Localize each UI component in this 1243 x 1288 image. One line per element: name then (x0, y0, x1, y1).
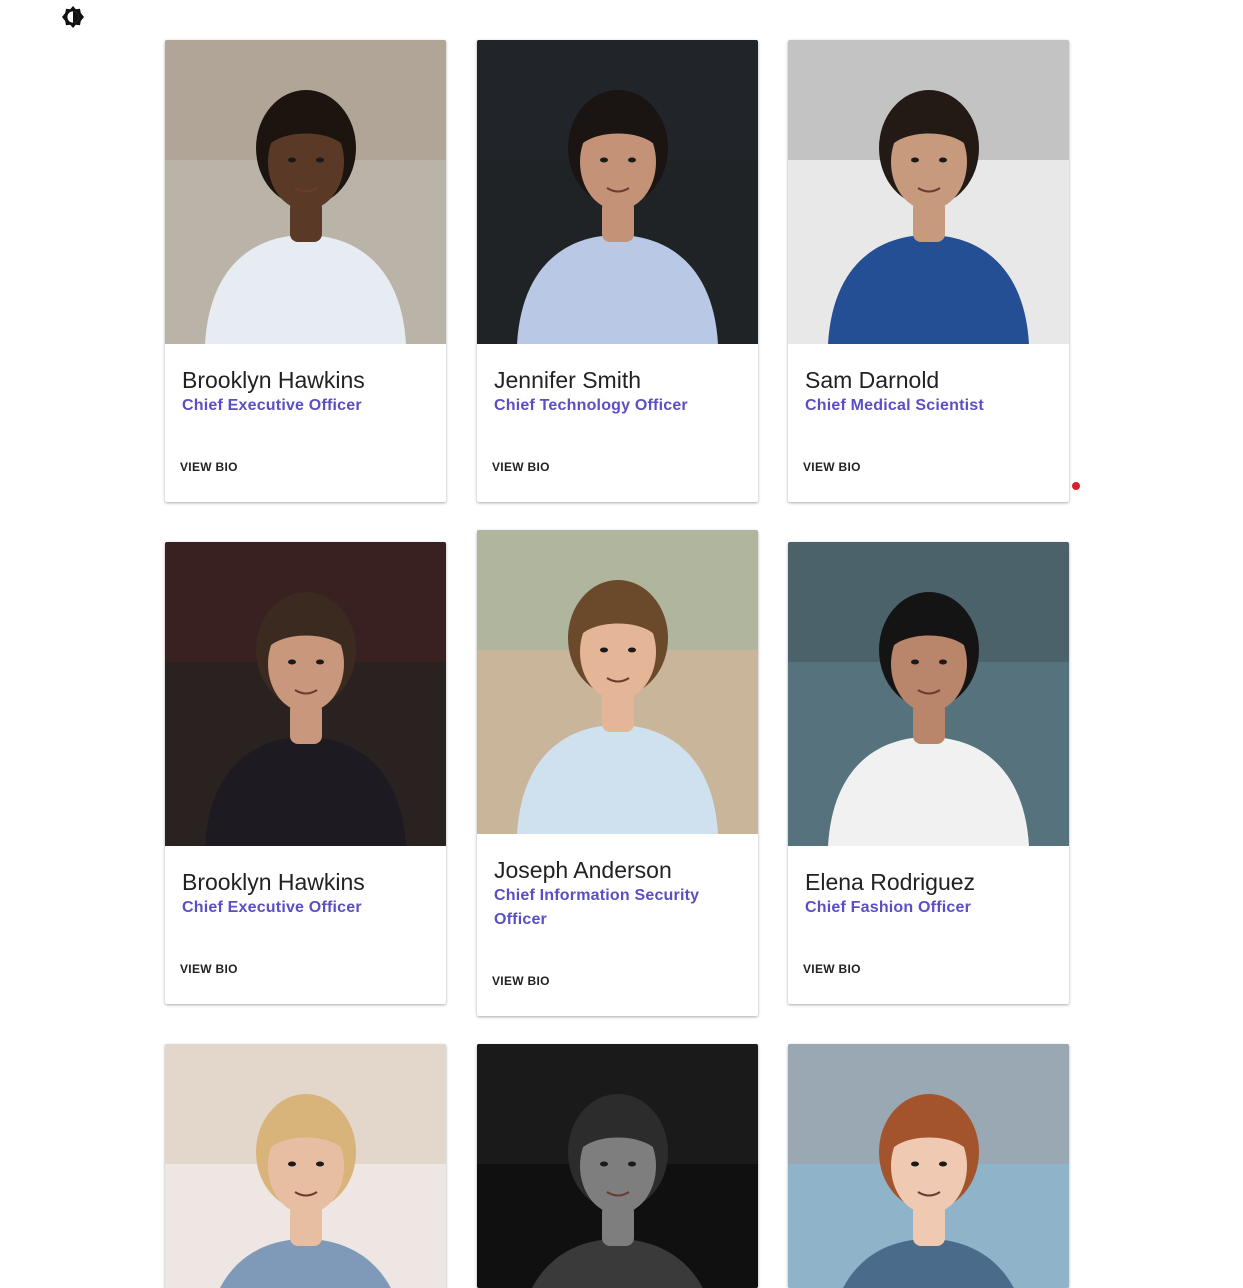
member-name: Elena Rodriguez (805, 869, 976, 895)
portrait-image (477, 1044, 758, 1288)
team-photo (788, 40, 1069, 344)
portrait-image (788, 1044, 1069, 1288)
team-grid: Brooklyn Hawkins Chief Executive Officer… (0, 0, 1243, 1288)
portrait-image (477, 530, 758, 834)
portrait-image (788, 40, 1069, 344)
view-bio-button[interactable]: VIEW BIO (180, 962, 238, 976)
member-role: Chief Executive Officer (182, 397, 362, 414)
member-name: Jennifer Smith (494, 367, 642, 393)
portrait-image (477, 40, 758, 344)
member-name: Joseph Anderson (494, 857, 672, 883)
portrait-image (165, 1044, 446, 1288)
team-photo (165, 40, 446, 344)
member-role: Chief Executive Officer (182, 899, 362, 916)
team-photo (477, 1044, 758, 1288)
view-bio-button[interactable]: VIEW BIO (803, 460, 861, 474)
member-role: Chief Fashion Officer (805, 899, 971, 916)
team-card: Joseph Anderson Chief Information Securi… (477, 530, 758, 1016)
view-bio-button[interactable]: VIEW BIO (492, 974, 550, 988)
member-name: Sam Darnold (805, 367, 940, 393)
portrait-image (788, 542, 1069, 846)
portrait-image (165, 542, 446, 846)
team-card: Brooklyn Hawkins Chief Executive Officer… (165, 40, 446, 502)
view-bio-button[interactable]: VIEW BIO (180, 460, 238, 474)
member-role: Chief Technology Officer (494, 397, 688, 414)
team-card: Brooklyn Hawkins Chief Executive Officer… (165, 542, 446, 1004)
team-photo (788, 542, 1069, 846)
view-bio-button[interactable]: VIEW BIO (803, 962, 861, 976)
portrait-image (165, 40, 446, 344)
team-photo (477, 40, 758, 344)
team-photo (165, 1044, 446, 1288)
team-photo (788, 1044, 1069, 1288)
team-card (165, 1044, 446, 1288)
team-photo (165, 542, 446, 846)
team-card: Sam Darnold Chief Medical Scientist VIEW… (788, 40, 1069, 502)
team-card (788, 1044, 1069, 1288)
member-name: Brooklyn Hawkins (182, 367, 365, 393)
team-card: Jennifer Smith Chief Technology Officer … (477, 40, 758, 502)
member-role: Chief Information Security Officer (494, 887, 700, 928)
team-card: Elena Rodriguez Chief Fashion Officer VI… (788, 542, 1069, 1004)
view-bio-button[interactable]: VIEW BIO (492, 460, 550, 474)
notification-dot (1072, 482, 1080, 490)
team-photo (477, 530, 758, 834)
team-card (477, 1044, 758, 1288)
member-role: Chief Medical Scientist (805, 397, 984, 414)
member-name: Brooklyn Hawkins (182, 869, 365, 895)
